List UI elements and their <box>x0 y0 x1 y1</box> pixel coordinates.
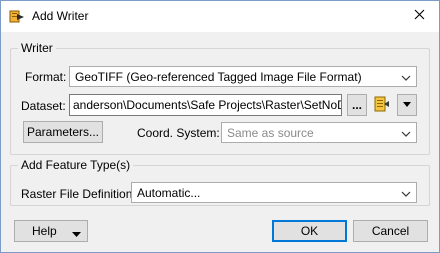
close-button[interactable] <box>407 5 431 27</box>
coord-system-label: Coord. System: <box>137 126 220 140</box>
raster-definition-label: Raster File Definition: <box>21 187 136 201</box>
dataset-label: Dataset: <box>21 99 66 113</box>
help-label: Help <box>32 224 57 238</box>
format-select[interactable]: GeoTIFF (Geo-referenced Tagged Image Fil… <box>69 66 417 87</box>
title-bar: Add Writer <box>1 1 439 32</box>
feature-types-legend: Add Feature Type(s) <box>18 158 134 172</box>
caret-down-icon <box>402 98 412 112</box>
writer-group-legend: Writer <box>18 41 56 55</box>
add-writer-dialog: Add Writer Writer Format: GeoTIFF (Geo-r… <box>0 0 440 253</box>
raster-definition-value: Automatic... <box>137 185 201 200</box>
format-label: Format: <box>25 70 67 84</box>
coord-system-value: Same as source <box>227 125 314 140</box>
coord-system-select[interactable]: Same as source <box>221 122 417 143</box>
ok-button[interactable]: OK <box>272 220 347 242</box>
caret-down-icon <box>72 228 81 242</box>
ok-label: OK <box>300 224 319 238</box>
window-title: Add Writer <box>32 9 89 23</box>
dataset-value: anderson\Documents\Safe Projects\Raster\… <box>73 98 342 112</box>
cancel-button[interactable]: Cancel <box>353 220 428 242</box>
cancel-label: Cancel <box>371 224 410 238</box>
browse-label: ... <box>351 98 362 112</box>
parameters-button[interactable]: Parameters... <box>23 121 103 143</box>
raster-definition-select[interactable]: Automatic... <box>131 182 417 203</box>
parameters-label: Parameters... <box>26 125 100 139</box>
dataset-dropdown-button[interactable] <box>397 94 417 116</box>
dataset-options-button[interactable] <box>371 94 393 116</box>
chevron-down-icon <box>401 128 411 138</box>
database-folder-icon <box>373 95 391 116</box>
writer-add-icon <box>9 8 25 24</box>
chevron-down-icon <box>401 188 411 198</box>
help-button[interactable]: Help <box>14 220 88 242</box>
dataset-field[interactable]: anderson\Documents\Safe Projects\Raster\… <box>69 94 342 116</box>
chevron-down-icon <box>401 72 411 82</box>
browse-button[interactable]: ... <box>347 94 367 116</box>
close-icon <box>414 9 425 23</box>
format-value: GeoTIFF (Geo-referenced Tagged Image Fil… <box>75 69 362 84</box>
